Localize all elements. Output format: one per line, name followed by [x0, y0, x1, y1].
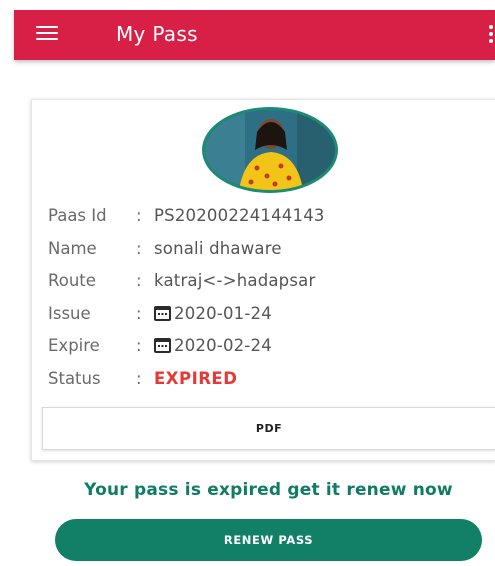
app-bar: My Pass [14, 10, 495, 60]
route-row: Route: katraj<->hadapsar [48, 265, 325, 298]
status-label: Status [48, 368, 101, 388]
my-pass-screen: My Pass Paas Id: PS20200224144143 Name:… [0, 0, 495, 566]
route-value: katraj<->hadapsar [154, 271, 316, 290]
pdf-button[interactable]: PDF [42, 407, 495, 450]
status-row: Status: EXPIRED [48, 363, 325, 396]
route-label: Route [48, 271, 96, 290]
separator-colon: : [136, 336, 142, 355]
user-photo-avatar [202, 107, 338, 193]
pass-id-label: Paas Id [48, 206, 107, 225]
pass-id-row: Paas Id: PS20200224144143 [48, 200, 325, 233]
hamburger-menu-icon[interactable] [36, 26, 58, 43]
separator-colon: : [136, 368, 142, 388]
issue-date-value: 2020-01-24 [174, 303, 272, 323]
pass-details: Paas Id: PS20200224144143 Name: sonali dha… [48, 200, 325, 395]
name-label: Name [48, 238, 97, 258]
renew-pass-button[interactable]: RENEW PASS [55, 519, 482, 561]
app-bar-title: My Pass [116, 22, 198, 46]
status-badge: EXPIRED [154, 368, 238, 388]
pass-id-value: PS20200224144143 [154, 206, 325, 225]
expired-message: Your pass is expired get it renew now [84, 480, 453, 500]
expire-date-value: 2020-02-24 [174, 336, 272, 355]
expire-row: Expire: 2020-02-24 [48, 330, 325, 363]
name-row: Name: sonali dhaware [48, 233, 325, 266]
expire-label: Expire [48, 336, 100, 355]
issue-row: Issue: 2020-01-24 [48, 298, 325, 331]
issue-label: Issue [48, 303, 91, 323]
calendar-icon [154, 305, 171, 321]
separator-colon: : [136, 303, 142, 323]
name-value: sonali dhaware [154, 238, 282, 258]
separator-colon: : [136, 206, 142, 225]
separator-colon: : [136, 271, 142, 290]
separator-colon: : [136, 238, 142, 258]
pass-card: Paas Id: PS20200224144143 Name: sonali dha… [31, 99, 495, 461]
calendar-icon [154, 338, 171, 353]
more-vert-icon[interactable] [489, 25, 495, 45]
